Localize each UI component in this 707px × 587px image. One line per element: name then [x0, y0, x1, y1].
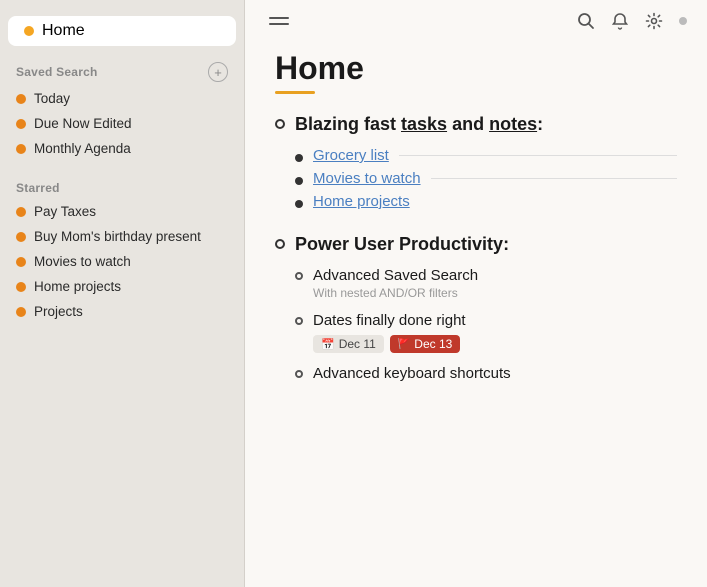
sidebar: Home Saved Search + Today Due Now Edited… [0, 0, 245, 587]
sidebar-item-label: Buy Mom's birthday present [34, 229, 201, 244]
link-home-projects[interactable]: Home projects [313, 193, 410, 210]
date-dec11-label: Dec 11 [339, 337, 376, 351]
sidebar-item-label: Pay Taxes [34, 204, 96, 219]
page-title: Home [275, 50, 677, 87]
link-bullet-2 [295, 177, 303, 185]
saved-search-section-header: Saved Search + [0, 54, 244, 86]
saved-search-title: Saved Search [16, 65, 98, 79]
link-bullet-3 [295, 200, 303, 208]
today-dot [16, 94, 26, 104]
link-line-1 [399, 155, 677, 156]
content-area: Home Blazing fast tasks and notes: Groce… [245, 42, 707, 587]
home-projects-dot [16, 282, 26, 292]
link-line-2 [431, 178, 677, 179]
title-underline [275, 91, 315, 94]
calendar-icon: 📅 [321, 338, 335, 351]
hamburger-line-1 [269, 17, 289, 19]
search-icon[interactable] [577, 12, 595, 30]
starred-section-header: Starred [0, 173, 244, 199]
section1-heading: Blazing fast tasks and notes: [295, 114, 543, 135]
sidebar-item-today[interactable]: Today [0, 86, 244, 111]
sidebar-item-projects[interactable]: Projects [0, 299, 244, 324]
sidebar-item-movies[interactable]: Movies to watch [0, 249, 244, 274]
link-row-grocery: Grocery list [295, 147, 677, 164]
home-dot [24, 26, 34, 36]
link-movies[interactable]: Movies to watch [313, 170, 421, 187]
sidebar-home-label: Home [42, 22, 85, 40]
monthly-dot [16, 144, 26, 154]
date-badge-dec13: 🚩 Dec 13 [390, 335, 460, 353]
sidebar-item-home-projects[interactable]: Home projects [0, 274, 244, 299]
prod-content-2: Dates finally done right 📅 Dec 11 🚩 Dec … [313, 312, 466, 353]
section1-bullet [275, 119, 285, 129]
prod-title-3: Advanced keyboard shortcuts [313, 365, 511, 382]
section1-header-row: Blazing fast tasks and notes: [275, 114, 677, 135]
section-productivity: Power User Productivity: Advanced Saved … [275, 234, 677, 382]
flag-icon: 🚩 [398, 339, 410, 350]
add-saved-search-button[interactable]: + [208, 62, 228, 82]
section2-bullet [275, 239, 285, 249]
topbar-right [577, 12, 687, 30]
prod-content-1: Advanced Saved Search With nested AND/OR… [313, 267, 478, 300]
section-blazing-fast: Blazing fast tasks and notes: Grocery li… [275, 114, 677, 210]
sidebar-item-label: Today [34, 91, 70, 106]
link-grocery[interactable]: Grocery list [313, 147, 389, 164]
section2-heading: Power User Productivity: [295, 234, 509, 255]
hamburger-menu-button[interactable] [265, 13, 293, 29]
main-content: Home Blazing fast tasks and notes: Groce… [245, 0, 707, 587]
prod-bullet-3 [295, 370, 303, 378]
prod-subtitle-1: With nested AND/OR filters [313, 286, 478, 300]
movies-dot [16, 257, 26, 267]
starred-section: Starred Pay Taxes Buy Mom's birthday pre… [0, 173, 244, 324]
sidebar-item-home[interactable]: Home [8, 16, 236, 46]
gear-icon[interactable] [645, 12, 663, 30]
prod-row-keyboard: Advanced keyboard shortcuts [295, 365, 677, 382]
prod-content-3: Advanced keyboard shortcuts [313, 365, 511, 382]
date-badges: 📅 Dec 11 🚩 Dec 13 [313, 335, 466, 353]
link-bullet-1 [295, 154, 303, 162]
date-dec13-label: Dec 13 [414, 337, 452, 351]
link-row-home-projects: Home projects [295, 193, 677, 210]
sidebar-item-label: Due Now Edited [34, 116, 132, 131]
starred-title: Starred [16, 181, 60, 195]
topbar [245, 0, 707, 42]
section1-links: Grocery list Movies to watch Home projec… [295, 147, 677, 210]
productivity-items: Advanced Saved Search With nested AND/OR… [295, 267, 677, 382]
bell-icon[interactable] [611, 12, 629, 30]
sidebar-item-monthly-agenda[interactable]: Monthly Agenda [0, 136, 244, 161]
prod-row-saved-search: Advanced Saved Search With nested AND/OR… [295, 267, 677, 300]
projects-dot [16, 307, 26, 317]
status-dot [679, 17, 687, 25]
prod-bullet-1 [295, 272, 303, 280]
prod-row-dates: Dates finally done right 📅 Dec 11 🚩 Dec … [295, 312, 677, 353]
sidebar-item-label: Projects [34, 304, 83, 319]
sidebar-item-buy-mom[interactable]: Buy Mom's birthday present [0, 224, 244, 249]
topbar-left [265, 13, 293, 29]
pay-taxes-dot [16, 207, 26, 217]
sidebar-item-due-now-edited[interactable]: Due Now Edited [0, 111, 244, 136]
sidebar-item-label: Monthly Agenda [34, 141, 131, 156]
buy-mom-dot [16, 232, 26, 242]
prod-bullet-2 [295, 317, 303, 325]
section2-header-row: Power User Productivity: [275, 234, 677, 255]
sidebar-item-pay-taxes[interactable]: Pay Taxes [0, 199, 244, 224]
sidebar-item-label: Home projects [34, 279, 121, 294]
prod-title-2: Dates finally done right [313, 312, 466, 329]
prod-title-1: Advanced Saved Search [313, 267, 478, 284]
hamburger-line-2 [269, 23, 289, 25]
date-badge-dec11: 📅 Dec 11 [313, 335, 384, 353]
link-row-movies: Movies to watch [295, 170, 677, 187]
due-dot [16, 119, 26, 129]
sidebar-item-label: Movies to watch [34, 254, 131, 269]
